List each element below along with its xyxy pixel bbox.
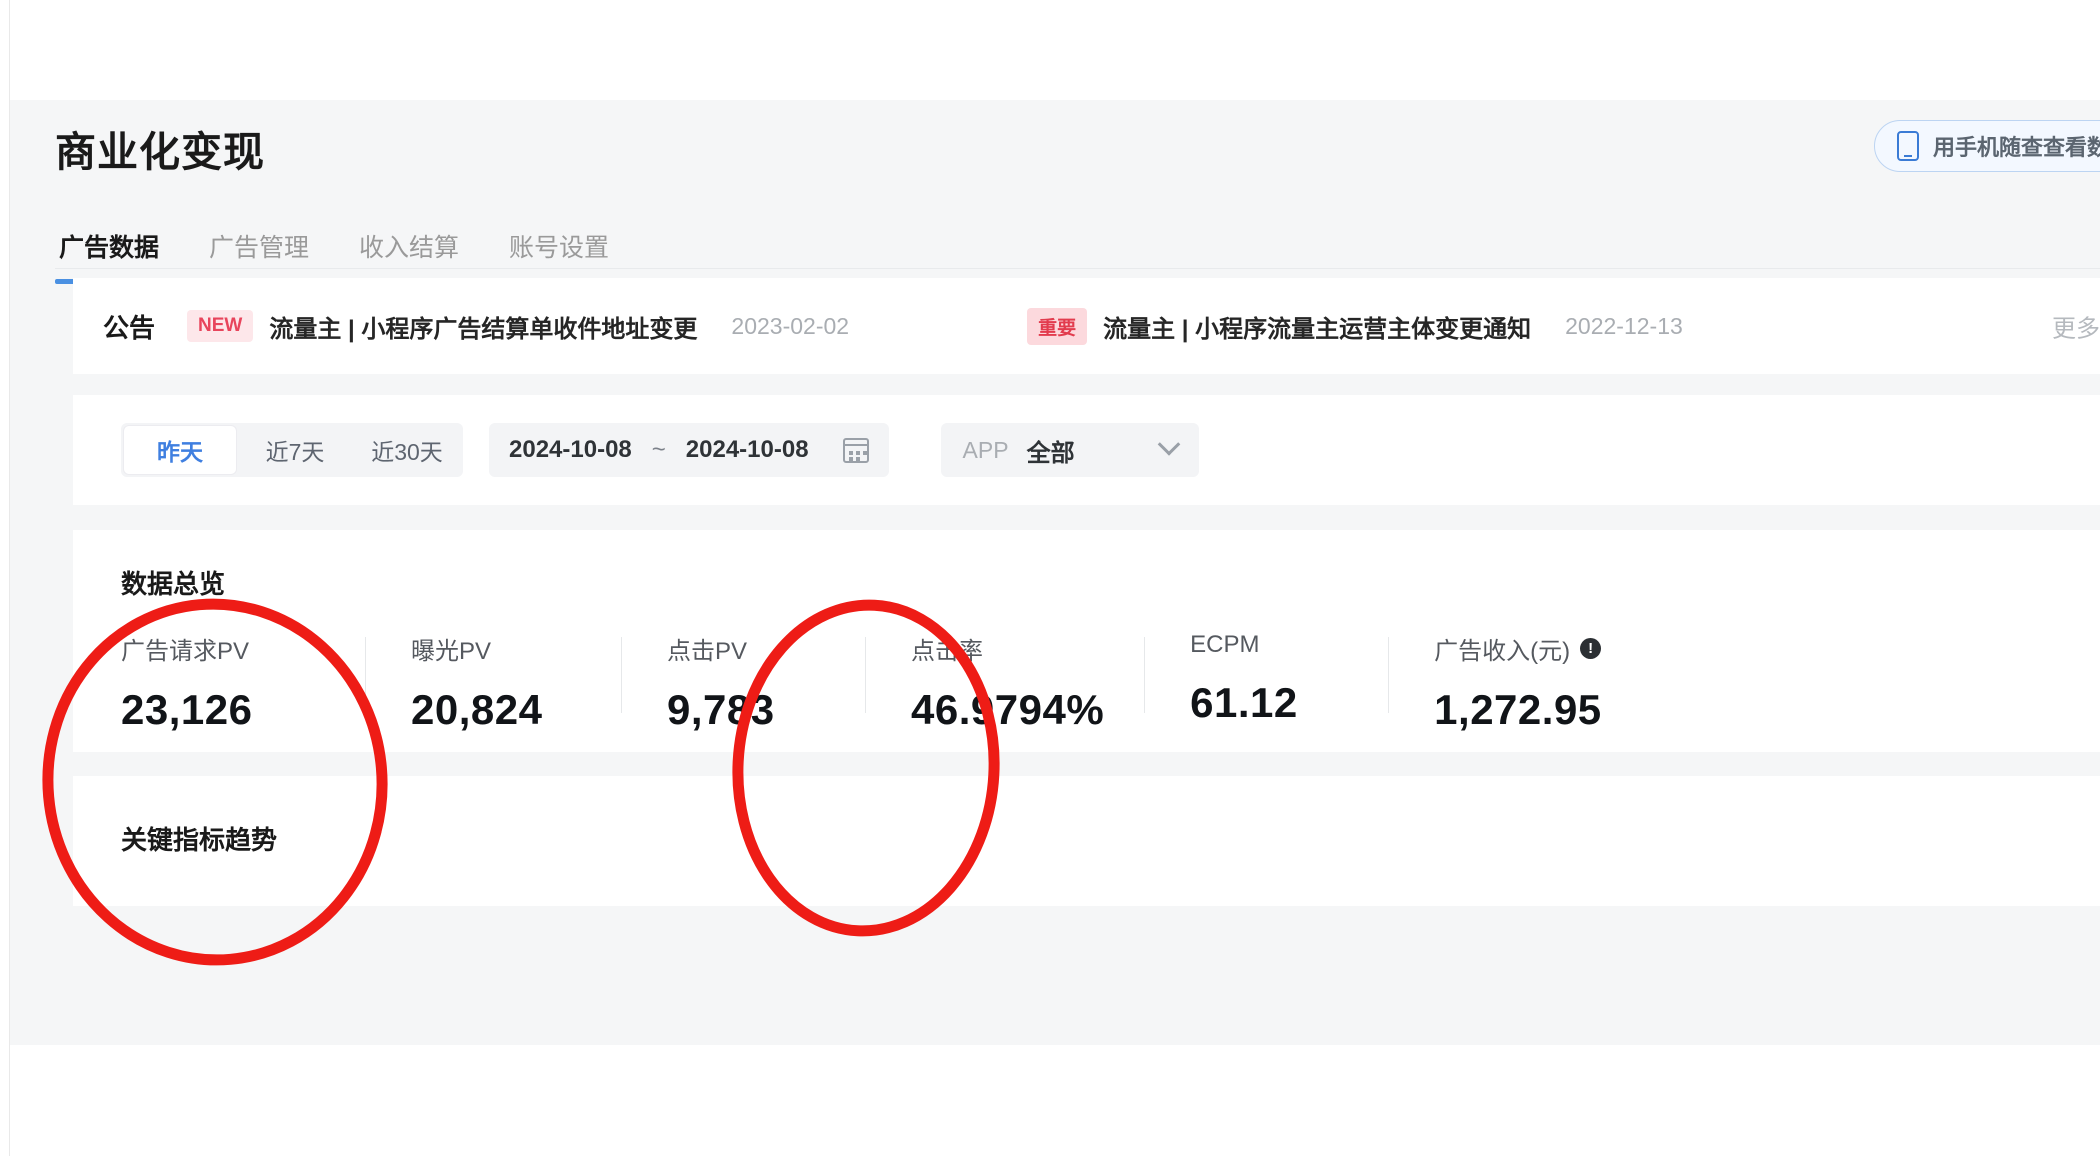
- phone-icon: [1897, 131, 1919, 161]
- metric-impression-pv: 曝光PV 20,824: [365, 631, 621, 734]
- metric-label: 点击PV: [667, 638, 748, 665]
- mobile-view-button[interactable]: 用手机随查查看数: [1874, 120, 2100, 172]
- filter-card: 昨天 近7天 近30天 2024-10-08 ~ 2024-10-08 APP …: [73, 395, 2100, 505]
- date-range-segmented-control: 昨天 近7天 近30天: [121, 423, 463, 477]
- metric-label: ECPM: [1190, 631, 1260, 658]
- page-container: 商业化变现 用手机随查查看数 广告数据 广告管理 收入结算 账号设置 公告 NE…: [10, 100, 2100, 1045]
- tab-bar-divider: [55, 268, 2100, 269]
- range-last-30-days[interactable]: 近30天: [351, 423, 463, 477]
- tab-ad-management[interactable]: 广告管理: [205, 220, 313, 284]
- data-overview-title: 数据总览: [121, 569, 226, 599]
- announcement-date-2: 2022-12-13: [1565, 312, 1683, 339]
- metric-value: 20,824: [411, 686, 543, 733]
- metric-value: 9,783: [667, 686, 775, 733]
- metric-value: 61.12: [1190, 679, 1298, 726]
- metric-ad-revenue: 广告收入(元) ! 1,272.95: [1388, 631, 1642, 734]
- mobile-view-button-label: 用手机随查查看数: [1933, 135, 2100, 160]
- date-end-input[interactable]: 2024-10-08: [686, 436, 809, 464]
- metric-ad-request-pv: 广告请求PV 23,126: [121, 631, 365, 734]
- announcement-date-1: 2023-02-02: [731, 312, 850, 339]
- announcement-title: 公告: [103, 312, 156, 343]
- screenshot-root: 商业化变现 用手机随查查看数 广告数据 广告管理 收入结算 账号设置 公告 NE…: [0, 0, 2100, 1156]
- announcement-item-1[interactable]: NEW 流量主 | 小程序广告结算单收件地址变更 2023-02-02: [187, 309, 849, 344]
- date-separator: ~: [651, 436, 666, 463]
- page-title: 商业化变现: [55, 129, 265, 175]
- app-filter-label: APP: [962, 436, 1009, 463]
- app-filter-select[interactable]: APP 全部: [940, 423, 1199, 477]
- tab-ad-data[interactable]: 广告数据: [55, 220, 164, 284]
- announcement-more-link[interactable]: 更多: [2052, 309, 2100, 344]
- metric-value: 46.9794%: [911, 686, 1105, 733]
- tab-income-settlement[interactable]: 收入结算: [355, 220, 463, 284]
- tab-account-settings[interactable]: 账号设置: [505, 220, 613, 284]
- metric-label-text: 广告收入(元): [1434, 638, 1571, 665]
- calendar-icon[interactable]: [842, 437, 869, 463]
- info-icon[interactable]: !: [1580, 638, 1602, 659]
- metric-label: 广告收入(元) !: [1434, 631, 1602, 666]
- announcement-item-2[interactable]: 重要 流量主 | 小程序流量主运营主体变更通知 2022-12-13: [1027, 307, 1683, 345]
- announcement-card: 公告 NEW 流量主 | 小程序广告结算单收件地址变更 2023-02-02 重…: [73, 278, 2100, 374]
- chevron-down-icon: [1157, 433, 1180, 456]
- metric-label: 点击率: [911, 638, 983, 665]
- metric-label: 广告请求PV: [121, 638, 250, 665]
- metric-click-pv: 点击PV 9,783: [621, 631, 865, 734]
- metric-value: 1,272.95: [1434, 686, 1602, 733]
- data-overview-card: 数据总览 广告请求PV 23,126 曝光PV 20,824 点击PV 9,78…: [73, 530, 2100, 752]
- range-yesterday[interactable]: 昨天: [124, 426, 236, 474]
- range-last-7-days[interactable]: 近7天: [239, 423, 351, 477]
- page-header: 商业化变现 用手机随查查看数: [10, 100, 2100, 220]
- left-gutter: [0, 0, 10, 1156]
- metric-ecpm: ECPM 61.12: [1144, 631, 1388, 727]
- announcement-text-2[interactable]: 流量主 | 小程序流量主运营主体变更通知: [1103, 309, 1531, 344]
- metric-click-rate: 点击率 46.9794%: [865, 631, 1144, 734]
- metric-value: 23,126: [121, 686, 253, 733]
- trend-title: 关键指标趋势: [121, 825, 278, 855]
- app-filter-value: 全部: [1026, 439, 1075, 467]
- date-range-picker[interactable]: 2024-10-08 ~ 2024-10-08: [489, 423, 889, 477]
- metric-list: 广告请求PV 23,126 曝光PV 20,824 点击PV 9,783 点击率…: [121, 631, 2100, 734]
- badge-new: NEW: [187, 310, 254, 342]
- badge-important: 重要: [1027, 307, 1088, 345]
- date-start-input[interactable]: 2024-10-08: [509, 436, 632, 464]
- metric-label: 曝光PV: [411, 638, 492, 665]
- announcement-text-1[interactable]: 流量主 | 小程序广告结算单收件地址变更: [269, 309, 697, 344]
- trend-card: 关键指标趋势: [73, 776, 2100, 906]
